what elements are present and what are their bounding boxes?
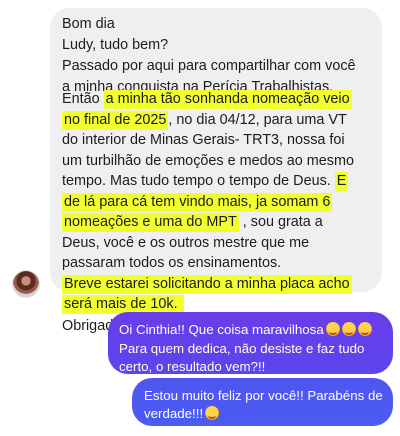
message-line: Oi Cinthia!! Que coisa maravilhosa <box>119 321 372 339</box>
highlighted-text: a minha tão sonhanda nomeação veio <box>103 90 352 109</box>
message-line: passaram todos os ensinamentos. <box>62 255 282 271</box>
highlighted-text: de lá para cá tem vindo mais, ja somam 6 <box>62 193 333 212</box>
message-line: nomeações e uma do MPT , sou grata a <box>62 212 323 232</box>
smiling-face-with-hearts-icon <box>325 322 340 336</box>
message-text: Oi Cinthia!! Que coisa maravilhosa <box>119 322 324 337</box>
highlighted-text: E <box>334 172 349 191</box>
message-line: Passado por aqui para compartilhar com v… <box>62 58 356 74</box>
message-line: será mais de 10k. <box>62 294 184 314</box>
message-line: Bom dia <box>62 16 115 32</box>
message-text: , sou grata a <box>238 214 323 230</box>
message-text: verdade!!! <box>144 406 204 421</box>
message-line: Breve estarei solicitando a minha placa … <box>62 274 352 294</box>
message-text: tempo. Mas tudo tempo o tempo de Deus. <box>62 173 335 189</box>
chat-screen: Bom dia Ludy, tudo bem? Passado por aqui… <box>0 0 400 436</box>
message-text: , no dia 04/12, para uma VT <box>168 112 347 128</box>
message-line: Estou muito feliz por você!! Parabéns de <box>144 388 383 403</box>
highlighted-text: nomeações e uma do MPT <box>62 213 239 232</box>
message-line: Para quem dedica, não desiste e faz tudo <box>119 341 365 356</box>
message-line: Então a minha tão sonhanda nomeação veio <box>62 89 352 109</box>
smiling-face-with-hearts-icon <box>357 322 372 336</box>
message-line: tempo. Mas tudo tempo o tempo de Deus. E <box>62 171 349 191</box>
smiling-face-with-hearts-icon <box>341 322 356 336</box>
smiling-face-with-heart-eyes-icon <box>205 406 220 420</box>
message-line: verdade!!! <box>144 405 220 423</box>
message-text: Então <box>62 91 104 107</box>
message-line: um turbilhão de emoções e medos ao mesmo <box>62 153 354 169</box>
message-line: no final de 2025, no dia 04/12, para uma… <box>62 110 347 130</box>
message-line: Deus, você e os outros mestre que me <box>62 235 310 251</box>
message-line: do interior de Minas Gerais- TRT3, nossa… <box>62 132 345 148</box>
highlighted-text: Breve estarei solicitando a minha placa … <box>62 275 352 294</box>
message-line: Ludy, tudo bem? <box>62 37 169 53</box>
sender-avatar[interactable] <box>12 270 40 298</box>
highlighted-text: no final de 2025 <box>62 111 169 130</box>
message-line: de lá para cá tem vindo mais, ja somam 6 <box>62 192 333 212</box>
message-line: certo, o resultado vem?!! <box>119 359 266 374</box>
